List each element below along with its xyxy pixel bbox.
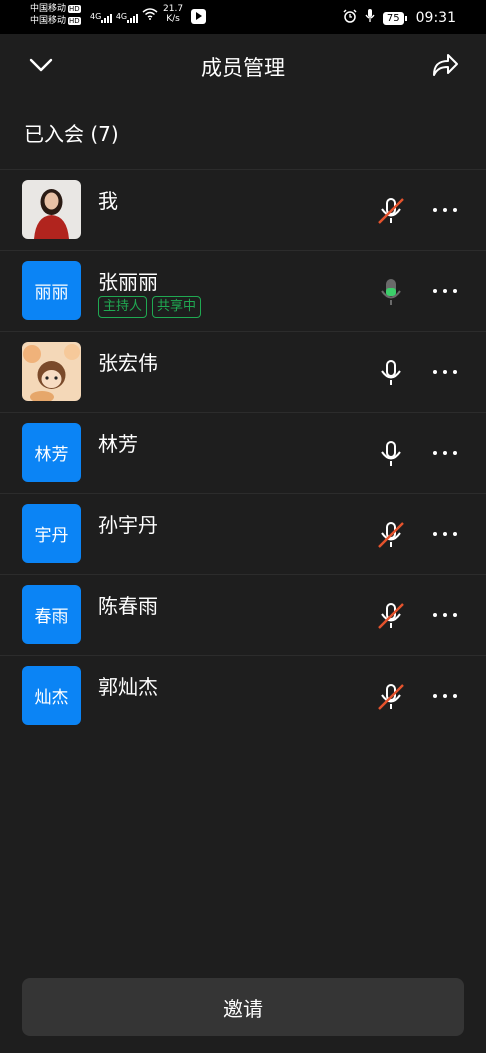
member-name: 张丽丽 — [98, 270, 158, 294]
more-options-icon[interactable] — [433, 451, 457, 455]
more-options-icon[interactable] — [433, 289, 457, 293]
page-title: 成员管理 — [201, 56, 285, 80]
mic-icon[interactable] — [376, 439, 406, 469]
status-bar: 中国移动 HD 中国移动 HD 4G 4G 21.7 K/s 75 09:31 — [0, 0, 486, 34]
member-row[interactable]: 春雨 陈春雨 — [0, 574, 486, 655]
member-name: 张宏伟 — [98, 351, 158, 375]
member-row[interactable]: 丽丽 张丽丽 主持人 共享中 — [0, 250, 486, 331]
member-name: 孙宇丹 — [98, 513, 158, 537]
member-row[interactable]: 张宏伟 — [0, 331, 486, 412]
app-notification-icon — [191, 9, 206, 24]
more-options-icon[interactable] — [433, 532, 457, 536]
alarm-icon — [343, 9, 357, 27]
avatar: 春雨 — [22, 585, 81, 644]
member-row[interactable]: 宇丹 孙宇丹 — [0, 493, 486, 574]
mic-status-icon — [365, 9, 375, 27]
carrier-info: 中国移动 HD 中国移动 HD — [30, 3, 81, 27]
member-row[interactable]: 我 — [0, 169, 486, 250]
more-options-icon[interactable] — [433, 613, 457, 617]
host-badge: 主持人 — [98, 296, 148, 318]
avatar: 林芳 — [22, 423, 81, 482]
joined-members-heading: 已入会 (7) — [24, 122, 119, 146]
avatar — [22, 342, 81, 401]
wifi-icon — [142, 8, 158, 23]
mic-muted-icon[interactable] — [376, 520, 406, 550]
member-name: 我 — [98, 189, 118, 213]
clock: 09:31 — [415, 10, 456, 26]
more-options-icon[interactable] — [433, 694, 457, 698]
mic-muted-icon[interactable] — [376, 682, 406, 712]
hd-badge: HD — [68, 16, 81, 25]
member-name: 郭灿杰 — [98, 675, 158, 699]
invite-button[interactable]: 邀请 — [22, 978, 464, 1036]
member-row[interactable]: 灿杰 郭灿杰 — [0, 655, 486, 736]
avatar: 灿杰 — [22, 666, 81, 725]
mic-icon[interactable] — [376, 358, 406, 388]
mic-muted-icon[interactable] — [376, 196, 406, 226]
more-options-icon[interactable] — [433, 208, 457, 212]
carrier-1: 中国移动 — [30, 4, 67, 14]
member-list: 我 丽丽 张丽丽 主持人 共享中 张宏伟 林芳 林芳 宇丹 孙宇丹 春雨 陈春雨… — [0, 169, 486, 736]
share-icon[interactable] — [430, 50, 460, 80]
mic-muted-icon[interactable] — [376, 601, 406, 631]
member-tags: 主持人 共享中 — [98, 296, 202, 318]
carrier-2: 中国移动 — [30, 16, 67, 26]
more-options-icon[interactable] — [433, 370, 457, 374]
member-name: 林芳 — [98, 432, 138, 456]
battery-icon: 75 — [382, 11, 407, 25]
header: 成员管理 — [0, 34, 486, 96]
avatar — [22, 180, 81, 239]
member-name: 陈春雨 — [98, 594, 158, 618]
signal-icon: 4G 4G — [90, 8, 158, 23]
sharing-badge: 共享中 — [152, 296, 202, 318]
hd-badge: HD — [68, 4, 81, 13]
avatar: 丽丽 — [22, 261, 81, 320]
network-speed: 21.7 K/s — [163, 4, 184, 24]
mic-active-icon[interactable] — [376, 277, 406, 307]
avatar: 宇丹 — [22, 504, 81, 563]
member-row[interactable]: 林芳 林芳 — [0, 412, 486, 493]
